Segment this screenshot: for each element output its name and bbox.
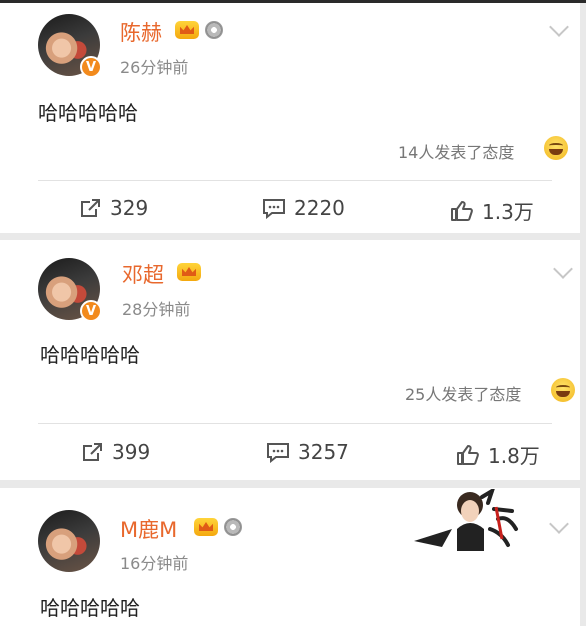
medal-icon: [224, 518, 242, 536]
divider: [38, 180, 552, 181]
avatar[interactable]: V: [38, 14, 102, 78]
vip-crown-icon: [175, 21, 199, 39]
repost-button[interactable]: 329: [78, 196, 148, 220]
author-name[interactable]: M鹿M: [120, 514, 177, 544]
post-time: 26分钟前: [120, 58, 189, 77]
author-name[interactable]: 陈赫: [120, 17, 162, 47]
comment-count: 3257: [298, 440, 349, 464]
like-button[interactable]: 1.8万: [456, 440, 540, 469]
repost-icon: [83, 443, 102, 461]
attitude-count[interactable]: 25人发表了态度: [405, 381, 521, 405]
repost-count: 399: [112, 440, 151, 464]
post-text: 哈哈哈哈哈: [38, 101, 138, 125]
post-time: 16分钟前: [120, 554, 189, 573]
thumbs-up-icon: [457, 444, 479, 465]
verified-badge-icon: V: [80, 56, 102, 78]
avatar[interactable]: [38, 510, 100, 572]
thumbs-up-icon: [451, 200, 473, 221]
avatar-image: [38, 510, 100, 572]
attitude-count[interactable]: 14人发表了态度: [398, 139, 514, 163]
card-sticker-image: [414, 489, 518, 551]
repost-icon: [81, 199, 100, 217]
post-time: 28分钟前: [122, 300, 191, 319]
vip-crown-icon: [177, 263, 201, 281]
repost-button[interactable]: 399: [80, 440, 150, 464]
author-name[interactable]: 邓超: [122, 259, 164, 289]
laugh-emoji-icon: [544, 136, 568, 160]
verified-badge-icon: V: [80, 300, 102, 322]
like-count: 1.3万: [482, 200, 534, 224]
repost-count: 329: [110, 196, 149, 220]
laugh-emoji-icon: [551, 378, 575, 402]
comment-button[interactable]: 2220: [262, 196, 345, 220]
post-text: 哈哈哈哈哈: [40, 596, 140, 620]
like-button[interactable]: 1.3万: [450, 196, 534, 225]
comment-button[interactable]: 3257: [266, 440, 349, 464]
medal-icon: [205, 21, 223, 39]
like-count: 1.8万: [488, 444, 540, 468]
comment-icon: [263, 199, 285, 219]
divider: [38, 423, 552, 424]
avatar[interactable]: V: [38, 258, 102, 322]
post-text: 哈哈哈哈哈: [40, 343, 140, 367]
comment-icon: [267, 443, 289, 463]
vip-crown-icon: [194, 518, 218, 536]
comment-count: 2220: [294, 196, 345, 220]
